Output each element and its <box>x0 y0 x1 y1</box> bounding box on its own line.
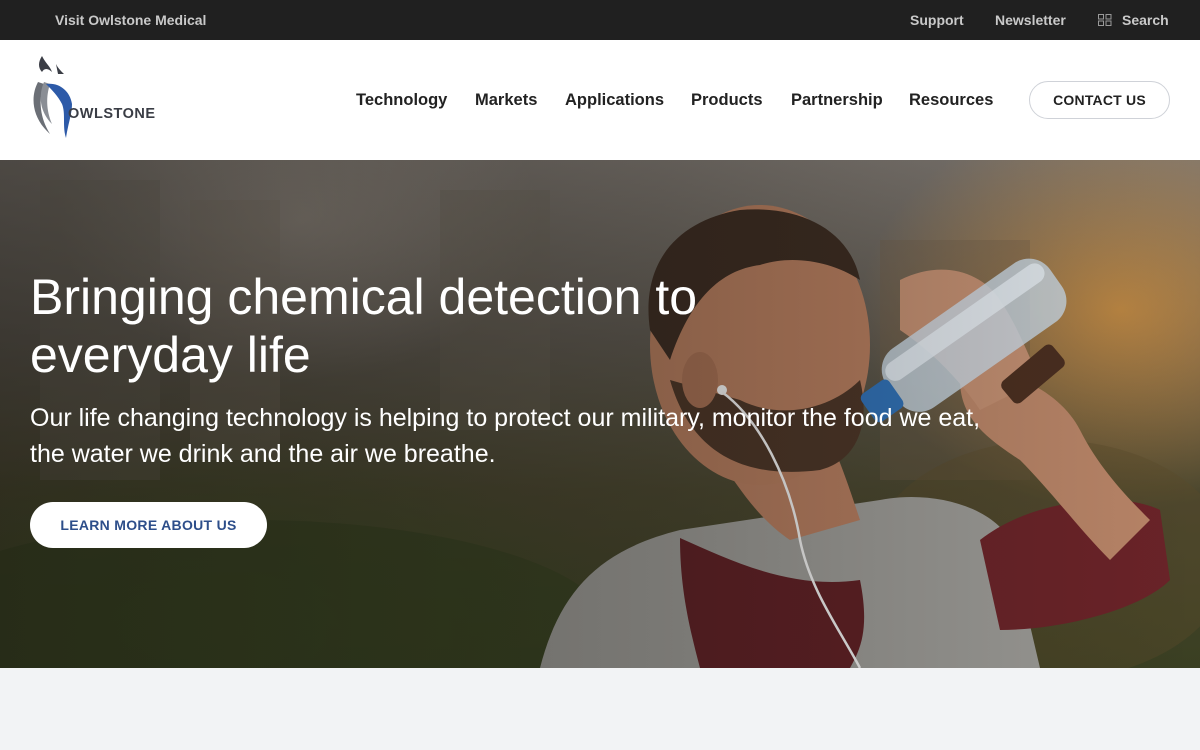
grid-search-icon <box>1098 14 1112 26</box>
newsletter-link[interactable]: Newsletter <box>995 12 1066 28</box>
hero-subtitle: Our life changing technology is helping … <box>30 404 981 468</box>
search-button[interactable]: Search <box>1098 12 1169 28</box>
nav-products[interactable]: Products <box>691 91 763 110</box>
main-header: OWLSTONE Technology Markets Applications… <box>0 40 1200 160</box>
logo-wordmark: OWLSTONE <box>68 106 156 122</box>
hero-banner: Bringing chemical detection to everyday … <box>0 160 1200 668</box>
support-link[interactable]: Support <box>910 12 964 28</box>
hero-title: Bringing chemical detection to everyday … <box>30 269 698 383</box>
learn-more-button[interactable]: LEARN MORE ABOUT US <box>30 502 267 548</box>
visit-owlstone-medical-link[interactable]: Visit Owlstone Medical <box>55 12 206 28</box>
utility-bar: Visit Owlstone Medical Support Newslette… <box>0 0 1200 40</box>
nav-markets[interactable]: Markets <box>475 91 537 110</box>
owlstone-logo[interactable]: OWLSTONE <box>28 52 158 142</box>
nav-applications[interactable]: Applications <box>565 91 664 110</box>
nav-resources[interactable]: Resources <box>909 91 993 110</box>
nav-partnership[interactable]: Partnership <box>791 91 883 110</box>
nav-technology[interactable]: Technology <box>356 91 447 110</box>
search-label: Search <box>1122 12 1169 28</box>
contact-us-button[interactable]: CONTACT US <box>1029 81 1170 119</box>
next-section-background <box>0 668 1200 750</box>
owl-logo-mark <box>33 56 72 138</box>
